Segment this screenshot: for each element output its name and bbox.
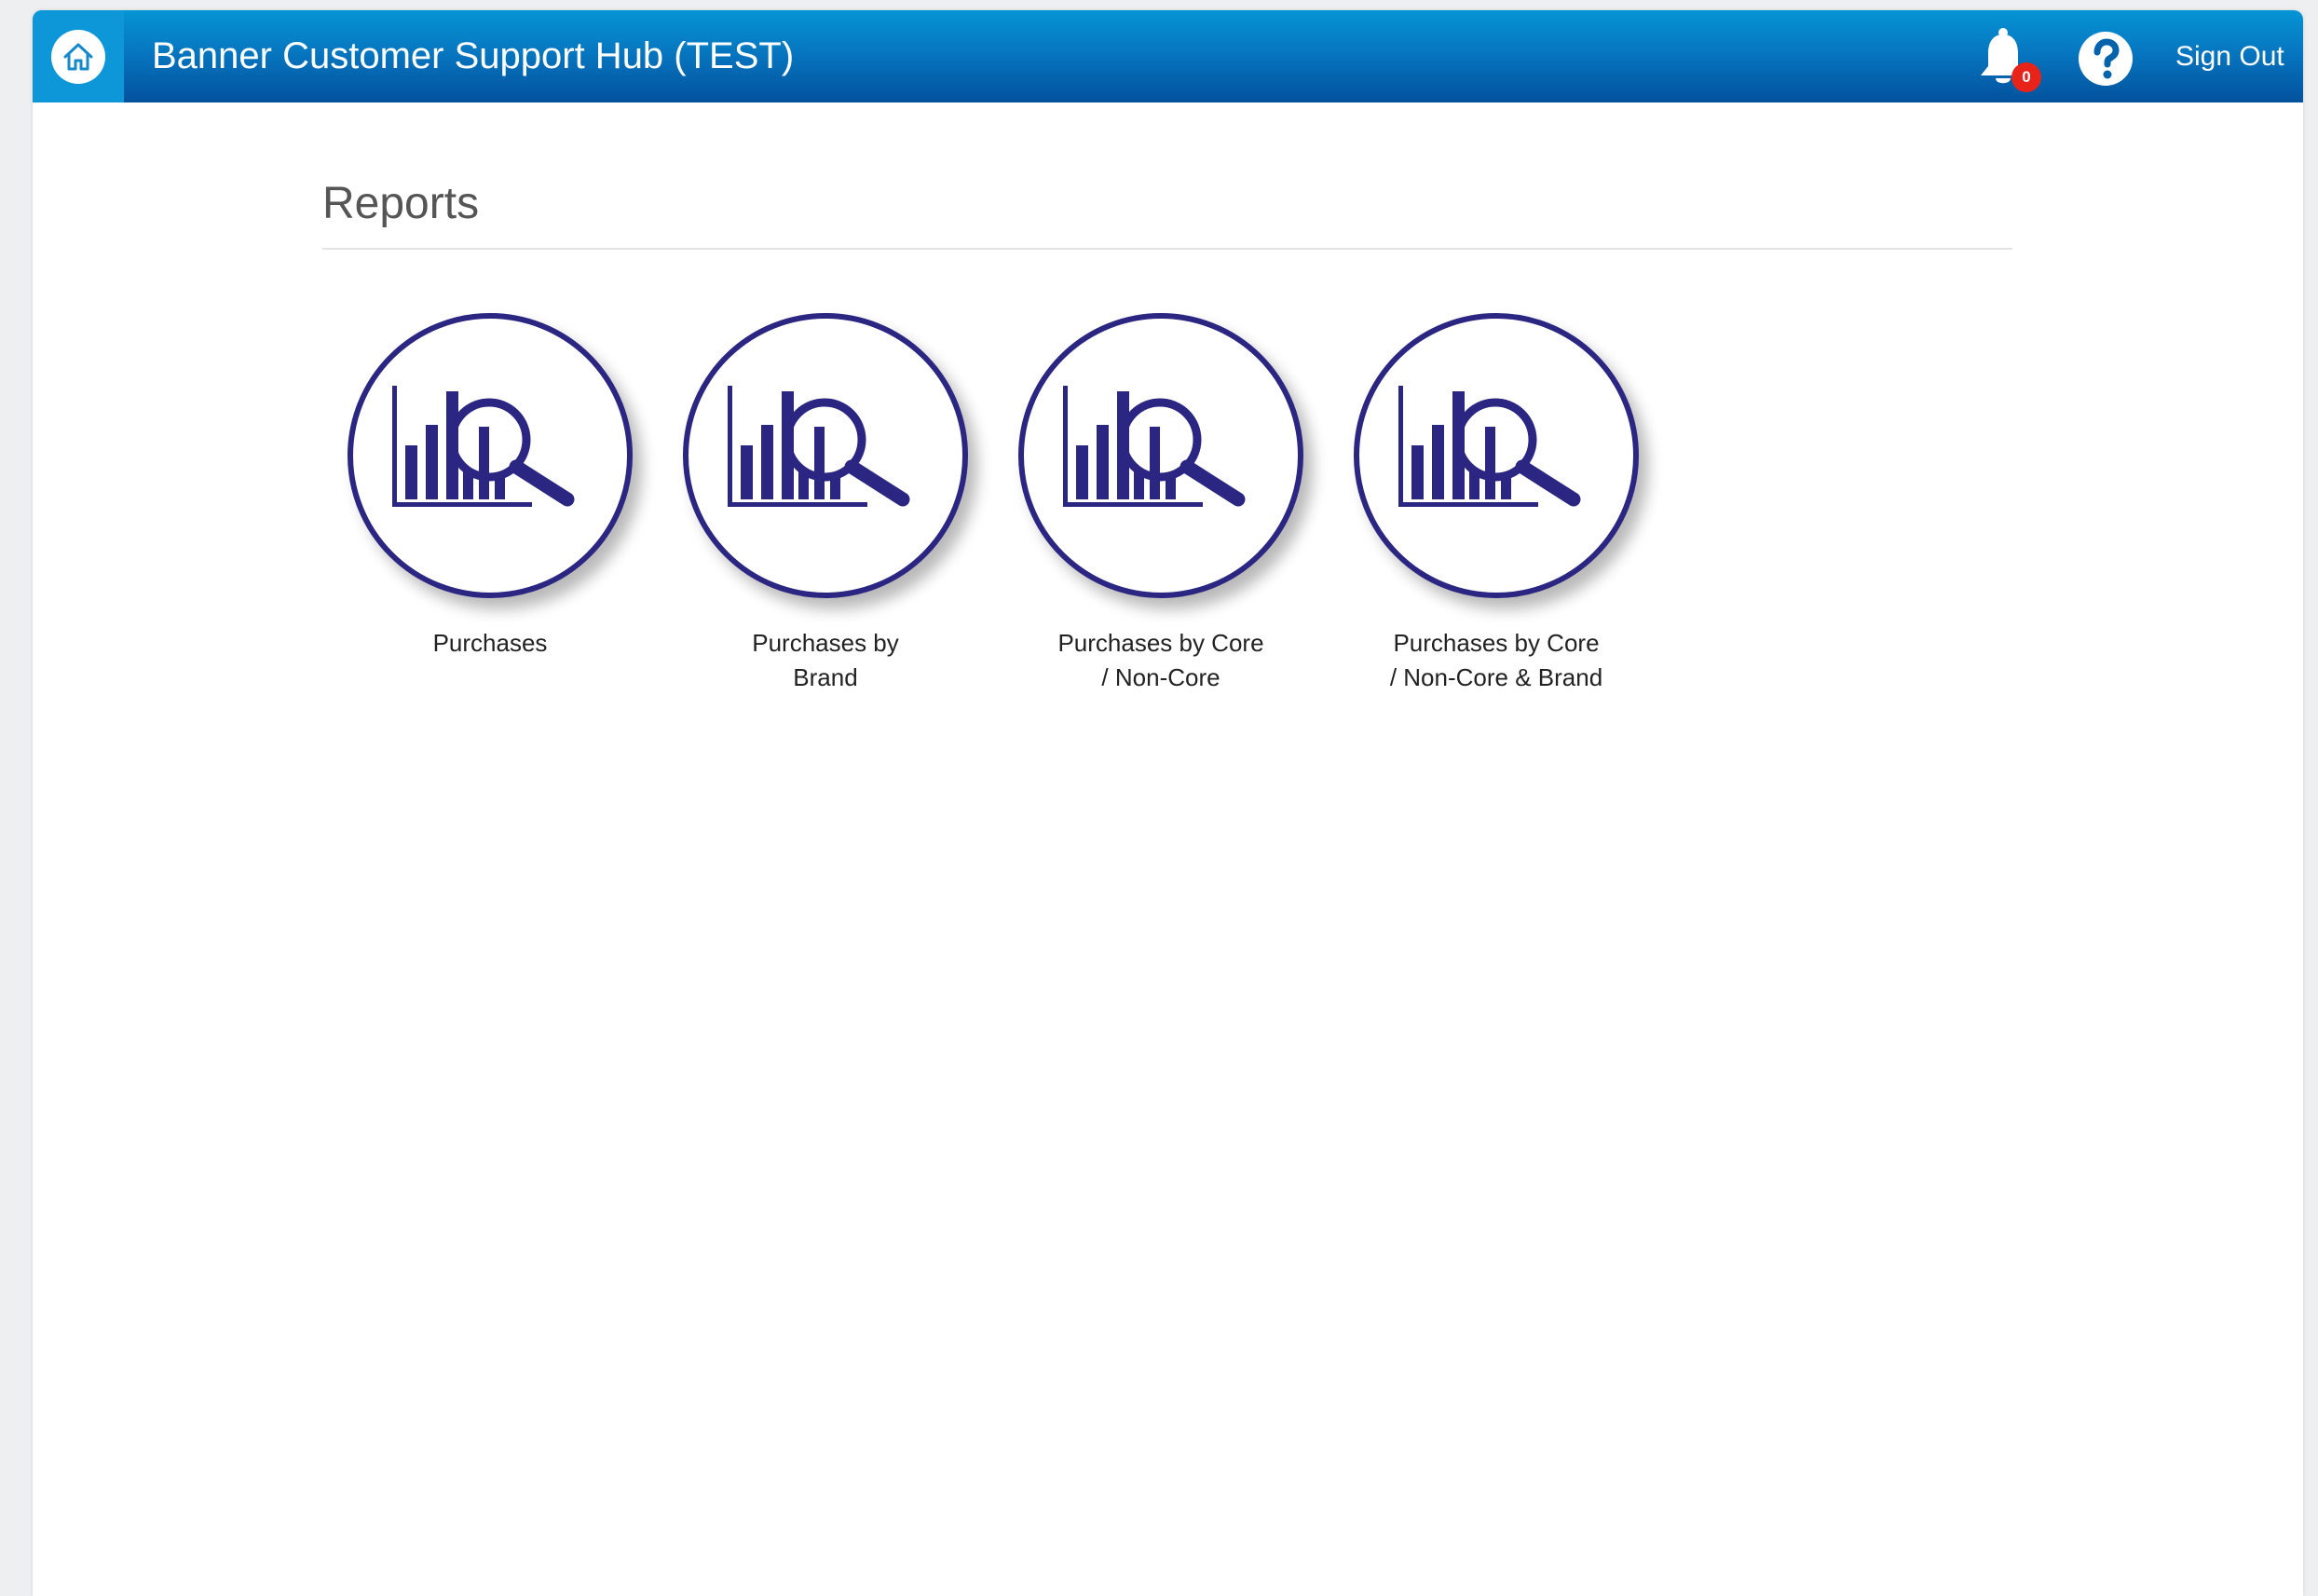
app-title: Banner Customer Support Hub (TEST): [152, 35, 795, 76]
page-title: Reports: [322, 179, 480, 228]
report-tile-purchases-by-core-non-core-brand[interactable]: Purchases by Core / Non-Core & Brand: [1343, 313, 1650, 695]
report-chart-icon: [1018, 313, 1303, 598]
report-tile-label: Purchases by Brand: [752, 629, 899, 691]
report-tile-purchases-by-brand[interactable]: Purchases by Brand: [672, 313, 979, 695]
report-tile-label: Purchases by Core / Non-Core & Brand: [1389, 629, 1603, 691]
home-icon: [51, 29, 105, 84]
report-chart-icon: [1354, 313, 1639, 598]
report-tile-purchases[interactable]: Purchases: [336, 313, 644, 661]
report-tile-label: Purchases by Core / Non-Core: [1057, 629, 1264, 691]
report-chart-icon: [683, 313, 968, 598]
top-bar: Banner Customer Support Hub (TEST) 0 Sig…: [33, 10, 2303, 102]
report-tile-label: Purchases: [432, 629, 548, 657]
sign-out-link[interactable]: Sign Out: [2175, 10, 2284, 102]
heading-divider: [322, 248, 2012, 250]
report-tile-purchases-by-core-non-core[interactable]: Purchases by Core / Non-Core: [1007, 313, 1315, 695]
help-icon[interactable]: [2078, 31, 2134, 87]
app-window: Banner Customer Support Hub (TEST) 0 Sig…: [33, 10, 2303, 1596]
notification-count-badge: 0: [2011, 62, 2041, 92]
home-button[interactable]: [33, 10, 124, 102]
report-chart-icon: [348, 313, 633, 598]
